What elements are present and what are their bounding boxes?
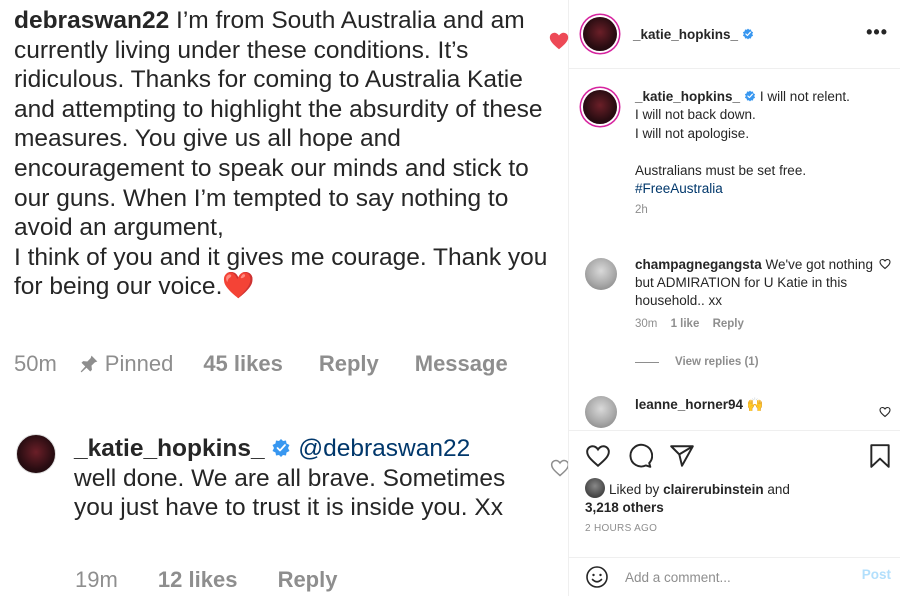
pin-icon bbox=[79, 354, 99, 374]
heart-icon[interactable] bbox=[879, 406, 891, 418]
heart-icon[interactable] bbox=[585, 443, 611, 469]
avatar[interactable] bbox=[585, 258, 617, 290]
reply-username[interactable]: _katie_hopkins_ bbox=[74, 435, 265, 462]
comment-meta: 30m 1 like Reply bbox=[635, 318, 744, 330]
reply-reply-button[interactable]: Reply bbox=[278, 567, 338, 592]
comment-time: 50m bbox=[14, 351, 57, 376]
reply-body: well done. We are all brave. Sometimes y… bbox=[74, 464, 506, 522]
verified-icon bbox=[744, 90, 756, 102]
post-timestamp: 2 HOURS AGO bbox=[585, 523, 658, 534]
hashtag-link[interactable]: #FreeAustralia bbox=[635, 181, 723, 196]
comment-text: leanne_horner94 🙌 bbox=[635, 397, 764, 412]
post-actions: Liked by clairerubinstein and 3,218 othe… bbox=[569, 430, 900, 557]
reply-likes[interactable]: 12 likes bbox=[158, 567, 238, 592]
emoji-icon[interactable] bbox=[585, 565, 609, 589]
more-icon[interactable]: ••• bbox=[866, 22, 888, 43]
avatar[interactable] bbox=[585, 478, 605, 498]
liked-by: Liked by clairerubinstein and 3,218 othe… bbox=[585, 478, 790, 518]
comment-text: I’m from South Australia and am currentl… bbox=[14, 7, 543, 242]
comment-username[interactable]: debraswan22 bbox=[14, 7, 169, 34]
mention-link[interactable]: @debraswan22 bbox=[298, 435, 470, 462]
heart-icon[interactable] bbox=[879, 258, 891, 270]
pinned-label: Pinned bbox=[79, 351, 173, 377]
avatar[interactable] bbox=[585, 396, 617, 428]
comment-input[interactable]: Add a comment... bbox=[625, 570, 731, 585]
caption-time: 2h bbox=[635, 204, 648, 217]
reply-comment: _katie_hopkins_ @debraswan22 well done. … bbox=[74, 434, 544, 523]
red-heart-emoji: ❤️ bbox=[222, 270, 255, 301]
message-button[interactable]: Message bbox=[415, 351, 508, 377]
avatar[interactable] bbox=[583, 17, 617, 51]
view-replies-button[interactable]: View replies (1) bbox=[635, 356, 759, 368]
reply-time: 19m bbox=[75, 567, 118, 592]
bookmark-icon[interactable] bbox=[867, 443, 893, 469]
divider bbox=[635, 361, 659, 363]
likes-count[interactable]: 3,218 others bbox=[585, 500, 664, 515]
comment-icon[interactable] bbox=[627, 443, 653, 469]
heart-icon[interactable] bbox=[548, 30, 570, 52]
reply-meta: 19m 12 likes Reply bbox=[75, 567, 371, 593]
post-button[interactable]: Post bbox=[862, 567, 891, 582]
caption-username[interactable]: _katie_hopkins_ bbox=[635, 89, 756, 104]
caption-text: _katie_hopkins_ I will not relent. I wil… bbox=[635, 89, 850, 197]
avatar[interactable] bbox=[16, 434, 56, 474]
comment-text: champagnegangsta We've got nothing but A… bbox=[635, 257, 873, 308]
list-item: leanne_horner94 🙌 bbox=[583, 396, 895, 428]
post-header: _katie_hopkins_ ••• bbox=[569, 0, 900, 69]
verified-icon bbox=[742, 28, 754, 39]
list-item: champagnegangsta We've got nothing but A… bbox=[583, 256, 895, 330]
zoomed-comment-panel: debraswan22 I’m from South Australia and… bbox=[0, 0, 568, 596]
avatar[interactable] bbox=[583, 90, 617, 124]
comment-likes[interactable]: 45 likes bbox=[203, 351, 283, 377]
add-comment-bar: Add a comment... Post bbox=[569, 557, 900, 596]
instagram-post-panel: _katie_hopkins_ ••• _katie_hopkins_ I wi… bbox=[568, 0, 900, 596]
comment-text-continued: I think of you and it gives me courage. … bbox=[14, 243, 548, 301]
comment-meta: 50m Pinned 45 likes Reply Message bbox=[14, 351, 508, 377]
post-caption: _katie_hopkins_ I will not relent. I wil… bbox=[583, 88, 883, 216]
share-icon[interactable] bbox=[669, 443, 695, 469]
pinned-comment: debraswan22 I’m from South Australia and… bbox=[14, 6, 554, 302]
heart-icon[interactable] bbox=[550, 458, 568, 478]
reply-button[interactable]: Reply bbox=[319, 351, 379, 377]
header-username[interactable]: _katie_hopkins_ bbox=[633, 27, 754, 42]
verified-icon bbox=[272, 439, 290, 457]
